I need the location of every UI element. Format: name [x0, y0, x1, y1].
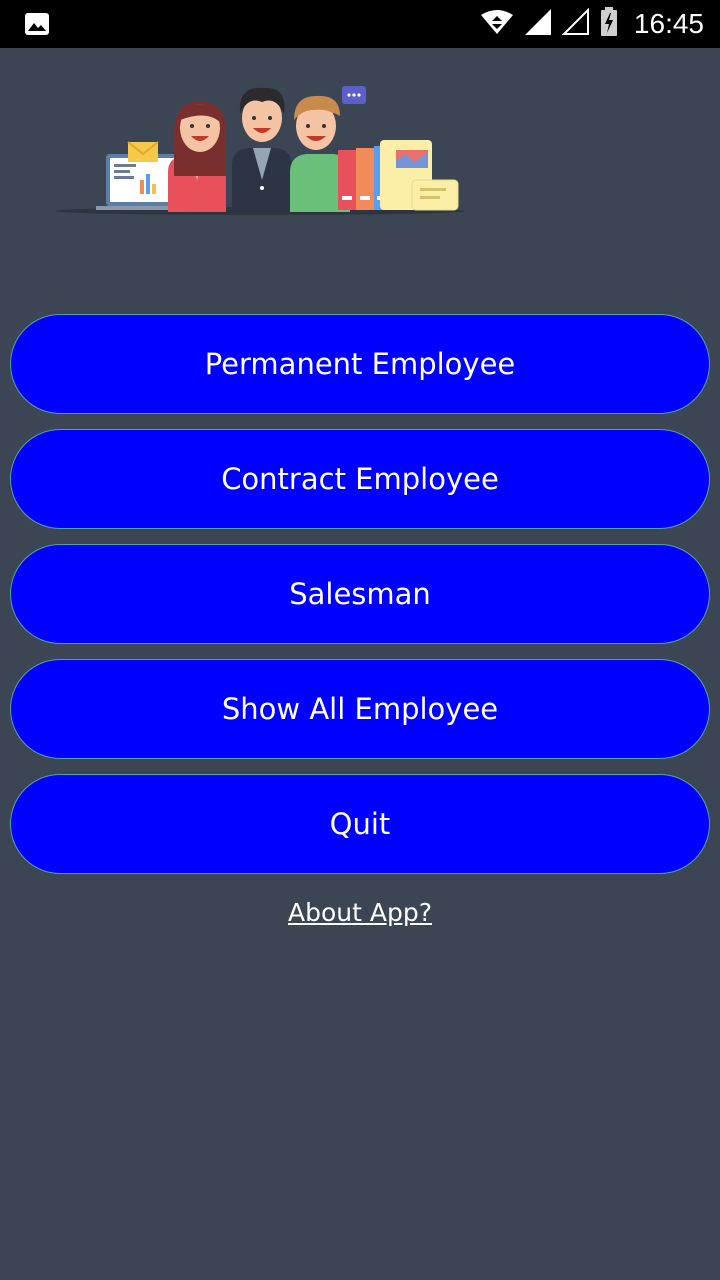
quit-button[interactable]: Quit: [10, 774, 710, 874]
wifi-icon: [480, 9, 514, 40]
permanent-employee-button[interactable]: Permanent Employee: [10, 314, 710, 414]
image-notification-icon: [24, 12, 50, 36]
signal-full-icon: [524, 8, 552, 41]
about-app-link[interactable]: About App?: [0, 898, 720, 927]
signal-empty-icon: [561, 7, 590, 41]
status-time: 16:45: [633, 8, 704, 39]
salesman-button[interactable]: Salesman: [10, 544, 710, 644]
team-illustration: [50, 80, 470, 220]
main-menu: Permanent Employee Contract Employee Sal…: [10, 314, 710, 889]
battery-charging-icon: [600, 6, 618, 42]
contract-employee-button[interactable]: Contract Employee: [10, 429, 710, 529]
show-all-employee-button[interactable]: Show All Employee: [10, 659, 710, 759]
status-icons: 16:45: [480, 0, 704, 48]
status-bar: 16:45: [0, 0, 720, 48]
